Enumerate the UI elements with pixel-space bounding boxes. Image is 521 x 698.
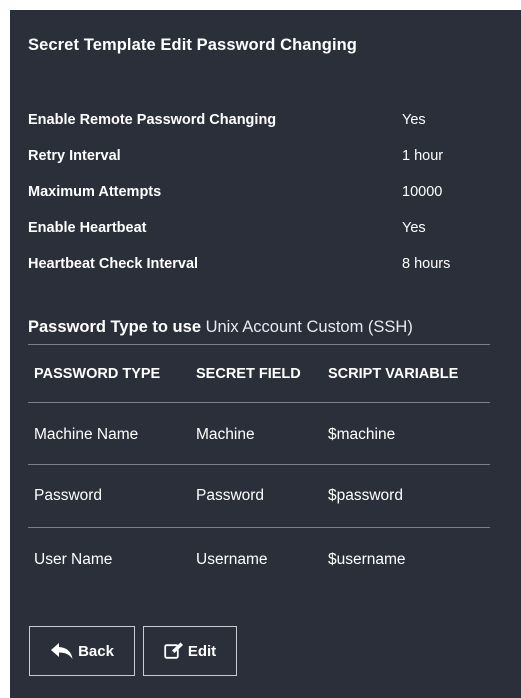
- setting-label: Retry Interval: [28, 148, 121, 164]
- reply-arrow-icon: [50, 642, 78, 660]
- setting-row: Retry Interval 1 hour: [28, 148, 498, 170]
- column-header-password-type: PASSWORD TYPE: [34, 366, 161, 382]
- setting-value: Yes: [402, 112, 426, 128]
- setting-value: 1 hour: [402, 148, 444, 164]
- edit-button[interactable]: Edit: [143, 626, 237, 676]
- back-button[interactable]: Back: [29, 626, 135, 676]
- edit-button-label: Edit: [187, 642, 217, 660]
- column-header-script-variable: SCRIPT VARIABLE: [328, 366, 459, 382]
- cell-secret-field: Machine: [196, 426, 255, 443]
- cell-password-type: Password: [34, 487, 103, 504]
- cell-password-type: Machine Name: [34, 426, 139, 443]
- cell-secret-field: Password: [196, 487, 265, 504]
- divider: [28, 402, 490, 403]
- setting-row: Enable Remote Password Changing Yes: [28, 112, 498, 134]
- password-type-value: Unix Account Custom (SSH): [205, 318, 413, 336]
- password-type-line: Password Type to use Unix Account Custom…: [28, 318, 413, 337]
- cell-script-variable: $machine: [328, 426, 396, 443]
- cell-script-variable: $username: [328, 551, 406, 568]
- setting-label: Maximum Attempts: [28, 184, 162, 200]
- setting-label: Enable Remote Password Changing: [28, 112, 277, 128]
- page-title: Secret Template Edit Password Changing: [28, 36, 357, 54]
- column-header-secret-field: SECRET FIELD: [196, 366, 301, 382]
- password-changing-panel: Secret Template Edit Password Changing E…: [10, 10, 521, 698]
- back-button-label: Back: [78, 642, 114, 660]
- setting-row: Heartbeat Check Interval 8 hours: [28, 256, 498, 278]
- setting-label: Enable Heartbeat: [28, 220, 147, 236]
- cell-secret-field: Username: [196, 551, 268, 568]
- divider: [28, 527, 490, 528]
- password-type-label: Password Type to use: [28, 318, 201, 336]
- setting-row: Maximum Attempts 10000: [28, 184, 498, 206]
- setting-value: 8 hours: [402, 256, 451, 272]
- pencil-square-icon: [164, 642, 188, 660]
- divider: [28, 464, 490, 465]
- cell-script-variable: $password: [328, 487, 403, 504]
- cell-password-type: User Name: [34, 551, 113, 568]
- setting-row: Enable Heartbeat Yes: [28, 220, 498, 242]
- setting-value: Yes: [402, 220, 426, 236]
- divider: [28, 344, 490, 345]
- setting-label: Heartbeat Check Interval: [28, 256, 199, 272]
- setting-value: 10000: [402, 184, 443, 200]
